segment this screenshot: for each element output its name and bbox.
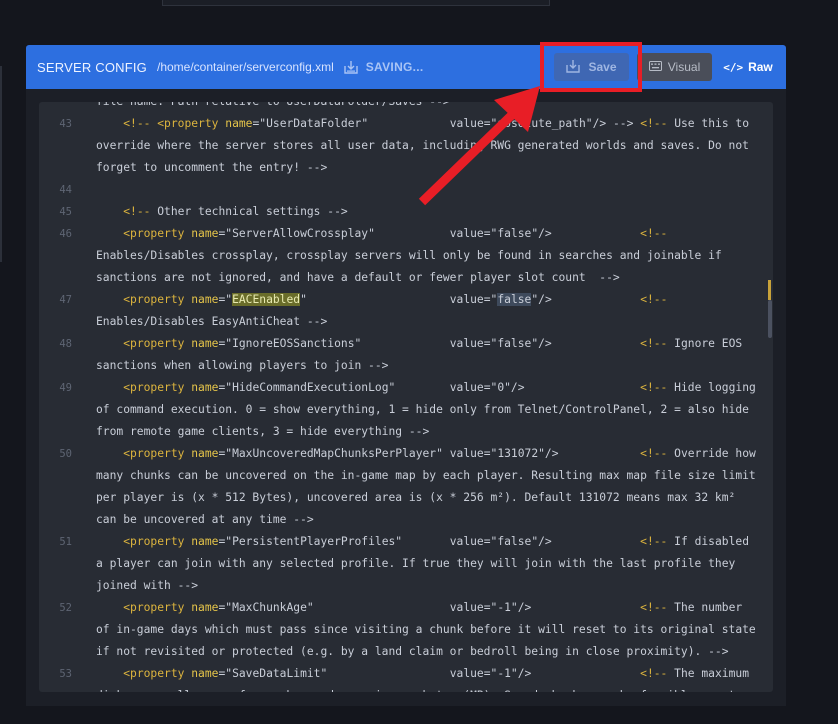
line-number: 45	[59, 206, 72, 218]
line-text: of in-game days which must pass since vi…	[96, 623, 756, 636]
annotation-highlight-box	[540, 42, 642, 92]
code-line: per player is (x * 512 Bytes), uncovered…	[39, 487, 773, 509]
code-line: 49 <property name="HideCommandExecutionL…	[39, 377, 773, 399]
save-status-icon	[344, 60, 358, 74]
header-title: SERVER CONFIG	[37, 59, 147, 75]
line-number: 48	[59, 338, 72, 350]
line-text: <property name="IgnoreEOSSanctions" valu…	[123, 337, 743, 350]
code-line: of command execution. 0 = show everythin…	[39, 399, 773, 421]
keyboard-icon	[648, 60, 668, 74]
line-text: Enables/Disables crossplay, crossplay se…	[96, 249, 722, 262]
line-text: <property name="MaxUncoveredMapChunksPer…	[123, 447, 756, 460]
line-number: 49	[59, 382, 72, 394]
code-line: sanctions when allowing players to join …	[39, 355, 773, 377]
line-number: 44	[59, 184, 72, 196]
line-number: 51	[59, 536, 72, 548]
line-text: can be uncovered at any time -->	[96, 513, 314, 526]
code-line: sanctions are not ignored, and have a de…	[39, 267, 773, 289]
code-lines: file name. Path relative to UserDataFold…	[39, 102, 773, 692]
scrollbar-thumb[interactable]	[768, 300, 772, 338]
line-text: <property name="PersistentPlayerProfiles…	[123, 535, 749, 548]
code-editor[interactable]: file name. Path relative to UserDataFold…	[39, 102, 773, 692]
line-text: a player can join with any selected prof…	[96, 557, 736, 570]
code-line: 48 <property name="IgnoreEOSSanctions" v…	[39, 333, 773, 355]
code-line: many chunks can be uncovered on the in-g…	[39, 465, 773, 487]
line-text: sanctions are not ignored, and have a de…	[96, 271, 620, 284]
code-line: can be uncovered at any time -->	[39, 509, 773, 531]
code-line: 53 <property name="SaveDataLimit" value=…	[39, 663, 773, 685]
code-line: 45 <!-- Other technical settings -->	[39, 201, 773, 223]
top-panel-edge	[162, 0, 550, 6]
code-line: Enables/Disables EasyAntiCheat -->	[39, 311, 773, 333]
line-number: 47	[59, 294, 72, 306]
code-line: 43 <!-- <property name="UserDataFolder" …	[39, 113, 773, 135]
code-icon: </>	[723, 60, 744, 74]
code-line: file name. Path relative to UserDataFold…	[39, 102, 773, 113]
raw-button-label: Raw	[748, 60, 773, 74]
line-text: disk space allowance for each saved game…	[96, 685, 735, 692]
code-line: 44	[39, 179, 773, 201]
code-line: forget to uncomment the entry! -->	[39, 157, 773, 179]
line-text: many chunks can be uncovered on the in-g…	[96, 469, 756, 482]
code-line: 47 <property name="EACEnabled" value="fa…	[39, 289, 773, 311]
line-text: sanctions when allowing players to join …	[96, 359, 389, 372]
code-line: from remote game clients, 3 = hide every…	[39, 421, 773, 443]
line-number: 50	[59, 448, 72, 460]
line-text: <!-- <property name="UserDataFolder" val…	[123, 117, 750, 130]
line-number: 43	[59, 118, 72, 130]
line-text: file name. Path relative to UserDataFold…	[96, 102, 450, 113]
line-number: 52	[59, 602, 72, 614]
line-text: override where the server stores all use…	[96, 139, 749, 152]
code-line: 51 <property name="PersistentPlayerProfi…	[39, 531, 773, 553]
line-text: <property name="ServerAllowCrossplay" va…	[123, 227, 668, 240]
saving-status: SAVING...	[365, 60, 424, 74]
line-number: 53	[59, 668, 72, 680]
line-text: <property name="EACEnabled" value="false…	[123, 293, 668, 306]
line-text: per player is (x * 512 Bytes), uncovered…	[96, 491, 736, 504]
code-line: joined with -->	[39, 575, 773, 597]
code-line: override where the server stores all use…	[39, 135, 773, 157]
code-line: of in-game days which must pass since vi…	[39, 619, 773, 641]
code-line: a player can join with any selected prof…	[39, 553, 773, 575]
line-text: <property name="MaxChunkAge" value="-1"/…	[123, 601, 743, 614]
code-line: Enables/Disables crossplay, crossplay se…	[39, 245, 773, 267]
line-text: <property name="HideCommandExecutionLog"…	[123, 381, 756, 394]
code-line: 50 <property name="MaxUncoveredMapChunks…	[39, 443, 773, 465]
line-number: 46	[59, 228, 72, 240]
line-text: <property name="SaveDataLimit" value="-1…	[123, 667, 749, 680]
code-line: disk space allowance for each saved game…	[39, 685, 773, 692]
file-path: /home/container/serverconfig.xml	[157, 60, 334, 74]
visual-button-label: Visual	[667, 60, 701, 74]
scrollbar-match-marker	[768, 280, 771, 300]
line-text: <!-- Other technical settings -->	[123, 205, 348, 218]
line-text: if not revisited or protected (e.g. by a…	[96, 645, 729, 658]
line-text: Enables/Disables EasyAntiCheat -->	[96, 315, 328, 328]
code-line: if not revisited or protected (e.g. by a…	[39, 641, 773, 663]
raw-button[interactable]: </> Raw	[720, 53, 776, 81]
code-line: 52 <property name="MaxChunkAge" value="-…	[39, 597, 773, 619]
line-text: forget to uncomment the entry! -->	[96, 161, 328, 174]
line-text: from remote game clients, 3 = hide every…	[96, 425, 430, 438]
left-scroll-edge	[0, 66, 2, 262]
code-line: 46 <property name="ServerAllowCrossplay"…	[39, 223, 773, 245]
line-text: of command execution. 0 = show everythin…	[96, 403, 749, 416]
visual-button[interactable]: Visual	[637, 53, 712, 81]
line-text: joined with -->	[96, 579, 199, 592]
